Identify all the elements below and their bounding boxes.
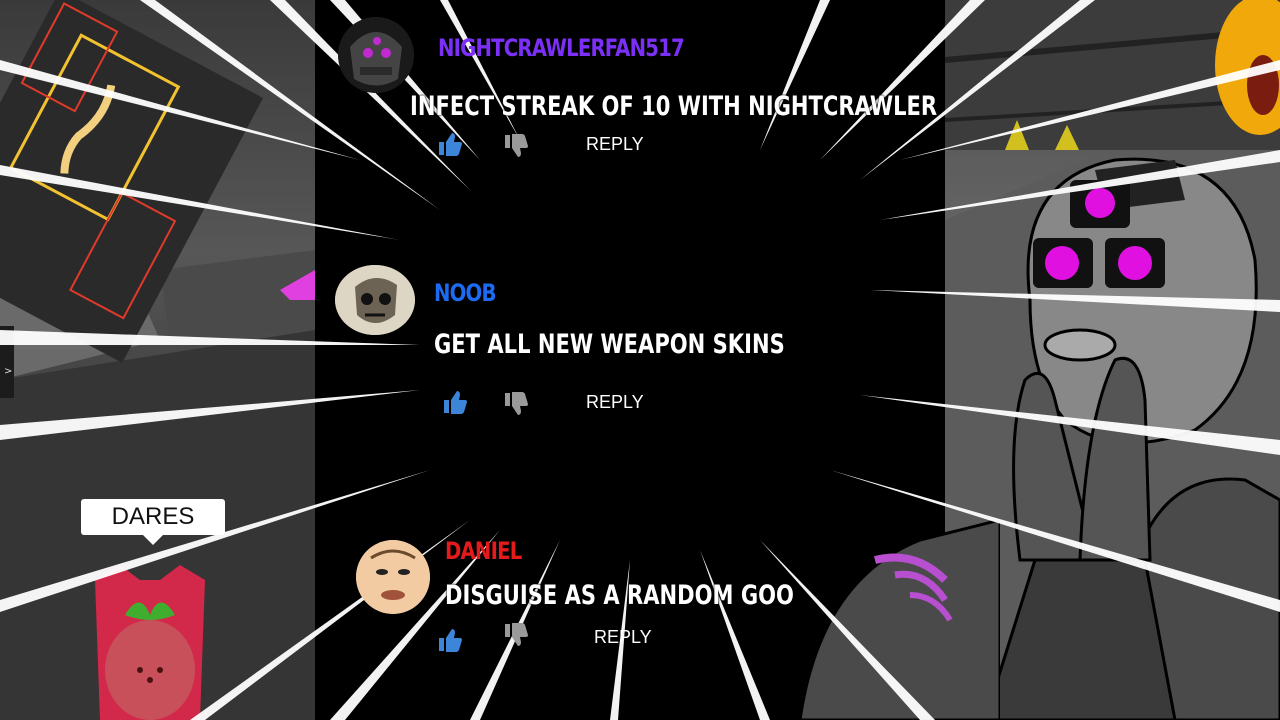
thumbs-up-icon [444,391,467,414]
dares-label: DARES [111,503,195,530]
reply-button-3[interactable]: REPLY [594,627,652,648]
cartoon-face-avatar-icon [356,540,430,614]
like-button-1[interactable] [437,131,463,161]
comment-text-2: GET ALL NEW WEAPON SKINS [434,329,785,360]
red-character-icon [95,565,205,720]
like-button-3[interactable] [437,627,463,657]
masked-robot-avatar-icon [338,17,414,93]
like-button-2[interactable] [442,389,468,419]
commenter-avatar-1[interactable] [338,17,414,93]
dares-speech-bubble: DARES [81,499,225,545]
character-shoulder [800,520,1000,720]
comment-username-3[interactable]: DANIEL [445,537,522,565]
thumbs-up-icon [439,133,462,156]
side-toggle-glyph: > [4,366,13,377]
dislike-button-1[interactable] [503,133,529,163]
reply-button-1[interactable]: REPLY [586,134,644,155]
dislike-button-2[interactable] [503,391,529,421]
thumbs-down-icon [505,623,528,646]
dislike-button-3[interactable] [503,622,529,652]
commenter-avatar-2[interactable] [335,265,415,335]
left-game-scene: > DARES [0,0,315,720]
side-panel-toggle[interactable]: > [0,326,14,398]
commenter-avatar-3[interactable] [356,540,430,614]
comment-text-1: INFECT STREAK OF 10 WITH NIGHTCRAWLER [410,91,938,122]
thumbs-down-icon [505,392,528,415]
reply-button-2[interactable]: REPLY [586,392,644,413]
sketch-face-avatar-icon [335,265,415,335]
comment-text-3: DISGUISE AS A RANDOM GOO [445,580,794,611]
thumbs-down-icon [505,134,528,157]
comment-username-1[interactable]: NIGHTCRAWLERFAN517 [438,34,685,62]
thumbs-up-icon [439,629,462,652]
comment-username-2[interactable]: NOOB [434,279,496,307]
